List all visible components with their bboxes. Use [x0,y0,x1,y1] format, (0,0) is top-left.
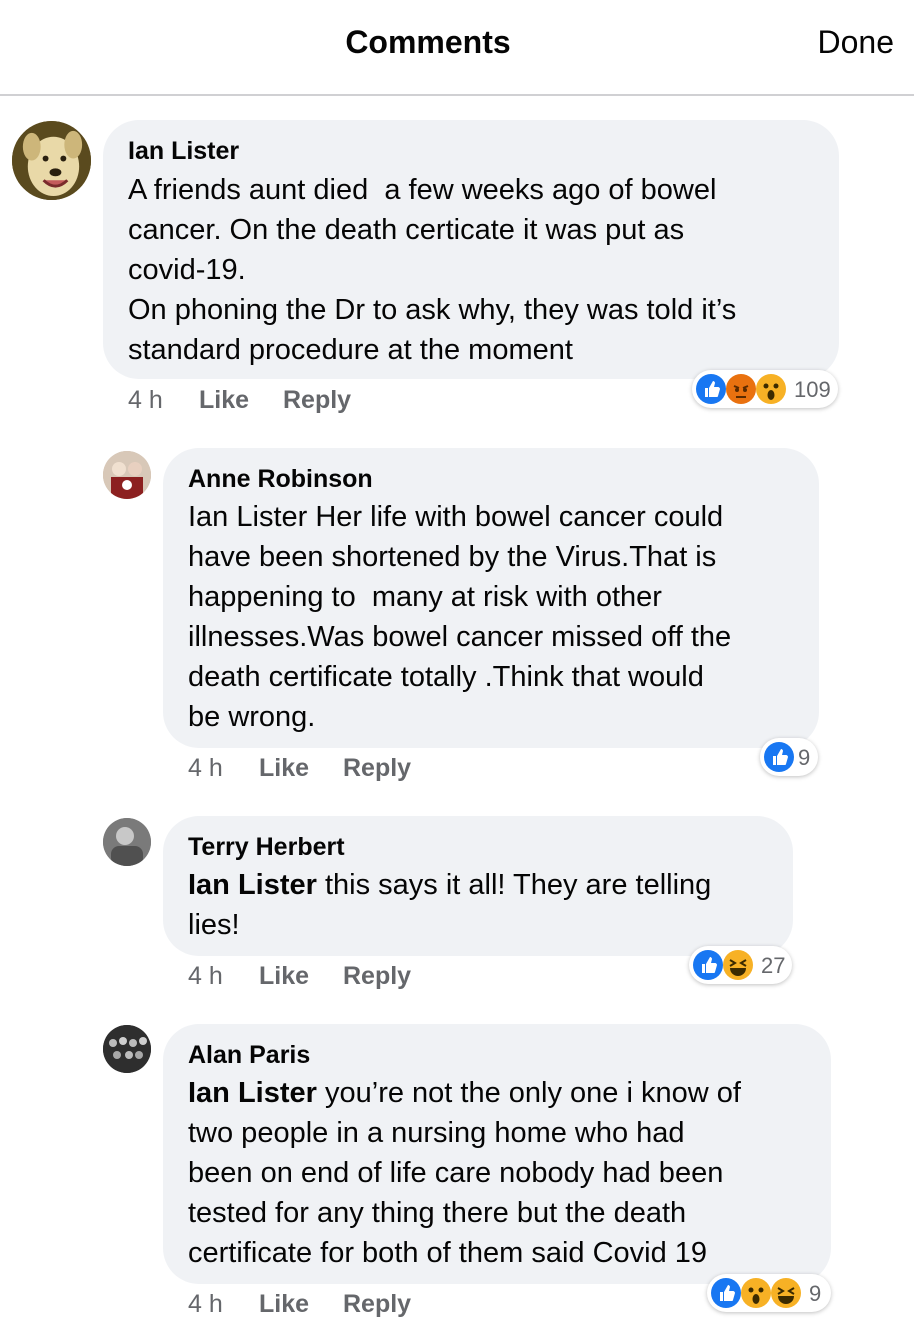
like-button[interactable]: Like [259,754,309,783]
reply-button[interactable]: Reply [343,1290,411,1319]
reply-button[interactable]: Reply [343,962,411,991]
reaction-count: 9 [798,745,811,770]
reaction-summary[interactable]: 9 [760,738,818,776]
page-title: Comments [345,24,511,60]
wow-icon [756,374,786,404]
comment-text: Ian Lister this says it all! They are te… [188,869,712,941]
dog-avatar-image [12,121,91,200]
avatar[interactable] [103,818,151,866]
mention-link[interactable]: Ian Lister [188,1077,317,1109]
mention-link[interactable]: Ian Lister [188,869,317,901]
reply-bubble: Anne Robinson Ian Lister Her life with b… [163,448,819,748]
haha-icon [723,950,753,980]
like-icon [696,374,726,404]
group-photo-image [103,1025,151,1073]
angry-icon [726,374,756,404]
reaction-summary[interactable]: 109 [692,370,838,408]
like-button[interactable]: Like [259,962,309,991]
comment-timestamp: 4 h [188,1290,223,1318]
reply-bubble: Alan Paris Ian Lister you’re not the onl… [163,1024,831,1284]
wow-icon [741,1278,771,1308]
avatar[interactable] [103,451,151,499]
comment-text: Ian Lister Her life with bowel cancer co… [188,501,732,733]
reply-bubble: Terry Herbert Ian Lister this says it al… [163,816,793,956]
comment-author[interactable]: Terry Herbert [188,833,345,862]
comment-bubble: Ian Lister A friends aunt died a few wee… [103,120,839,379]
like-button[interactable]: Like [199,386,249,415]
profile-photo-image [103,451,151,499]
reaction-count: 9 [809,1281,822,1306]
comment-timestamp: 4 h [188,754,223,782]
like-icon [693,950,723,980]
reply-button[interactable]: Reply [283,386,351,415]
comment-author[interactable]: Ian Lister [128,137,239,166]
avatar[interactable] [103,1025,151,1073]
comment-text: A friends aunt died a few weeks ago of b… [128,174,737,366]
comment-timestamp: 4 h [188,962,223,990]
header-bar: Comments Done [0,0,914,96]
comment-timestamp: 4 h [128,386,163,414]
reply-button[interactable]: Reply [343,754,411,783]
reaction-count: 27 [761,953,786,978]
reaction-summary[interactable]: 9 [707,1274,831,1312]
comment-author[interactable]: Anne Robinson [188,465,373,494]
reaction-summary[interactable]: 27 [689,946,792,984]
profile-photo-image [103,818,151,866]
comment-author[interactable]: Alan Paris [188,1041,310,1070]
done-button[interactable]: Done [818,24,895,61]
avatar[interactable] [12,121,91,200]
like-icon [764,742,794,772]
comment-text: Ian Lister you’re not the only one i kno… [188,1077,741,1269]
reaction-count: 109 [794,377,831,402]
haha-icon [771,1278,801,1308]
like-button[interactable]: Like [259,1290,309,1319]
like-icon [711,1278,741,1308]
